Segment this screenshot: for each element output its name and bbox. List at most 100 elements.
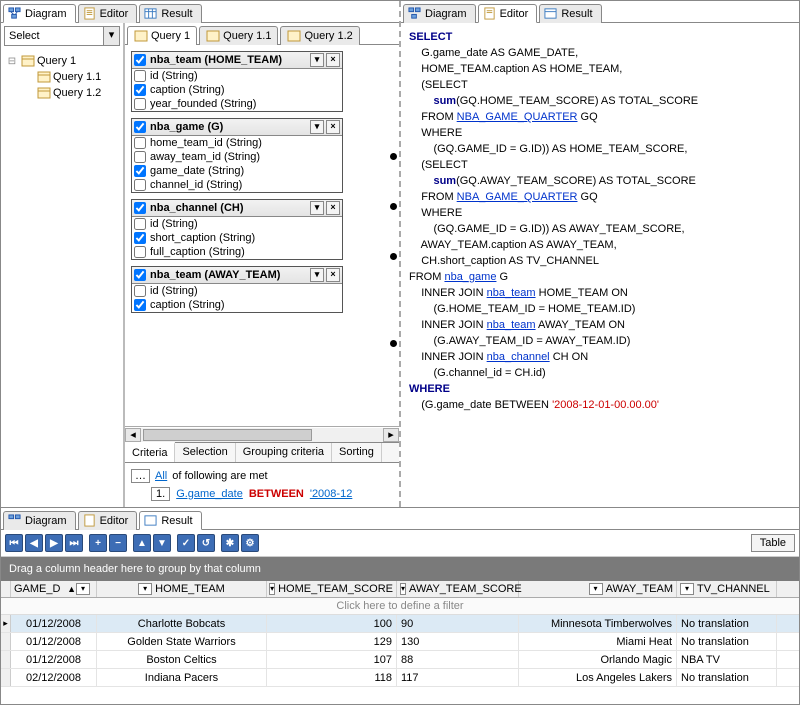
entity-field[interactable]: short_caption (String) bbox=[132, 231, 342, 245]
filter-icon[interactable]: ▾ bbox=[400, 583, 406, 595]
entity-field[interactable]: home_team_id (String) bbox=[132, 136, 342, 150]
entity-field[interactable]: channel_id (String) bbox=[132, 178, 342, 192]
field-check[interactable] bbox=[134, 84, 146, 96]
settings-button[interactable]: ⚙ bbox=[241, 534, 259, 552]
field-check[interactable] bbox=[134, 179, 146, 191]
ctab-selection[interactable]: Selection bbox=[175, 443, 235, 462]
cell-home-team[interactable]: Indiana Pacers bbox=[97, 669, 267, 686]
cell-date[interactable]: 01/12/2008 bbox=[11, 651, 97, 668]
table-row[interactable]: ▸01/12/2008Charlotte Bobcats10090Minneso… bbox=[1, 615, 799, 633]
cell-tv[interactable]: No translation bbox=[677, 633, 777, 650]
move-down-button[interactable]: ▼ bbox=[153, 534, 171, 552]
chevron-down-icon[interactable]: ▾ bbox=[310, 120, 324, 134]
col-home-score[interactable]: ▾HOME_TEAM_SCORE bbox=[267, 581, 397, 597]
tree-child-1[interactable]: Query 1.1 bbox=[37, 69, 119, 85]
tab-editor[interactable]: Editor bbox=[78, 4, 138, 23]
col-tv-channel[interactable]: ▾TV_CHANNEL bbox=[677, 581, 777, 597]
diagram-canvas[interactable]: nba_team (HOME_TEAM)▾× id (String) capti… bbox=[125, 45, 399, 426]
col-away-score[interactable]: ▾AWAY_TEAM_SCORE bbox=[397, 581, 519, 597]
field-check[interactable] bbox=[134, 98, 146, 110]
ctab-sorting[interactable]: Sorting bbox=[332, 443, 382, 462]
sql-editor[interactable]: SELECT G.game_date AS GAME_DATE, HOME_TE… bbox=[401, 23, 799, 507]
close-icon[interactable]: × bbox=[326, 53, 340, 67]
first-record-button[interactable]: ⏮ bbox=[5, 534, 23, 552]
field-check[interactable] bbox=[134, 285, 146, 297]
scroll-track[interactable] bbox=[141, 428, 383, 442]
entity-check[interactable] bbox=[134, 202, 146, 214]
field-check[interactable] bbox=[134, 165, 146, 177]
col-away-team[interactable]: ▾AWAY_TEAM bbox=[519, 581, 677, 597]
entity-header[interactable]: nba_team (HOME_TEAM)▾× bbox=[132, 52, 342, 69]
criteria-row-1[interactable]: 1.G.game_dateBETWEEN'2008-12 bbox=[151, 487, 393, 501]
cell-away-team[interactable]: Minnesota Timberwolves bbox=[519, 615, 677, 632]
table-row[interactable]: 02/12/2008Indiana Pacers118117Los Angele… bbox=[1, 669, 799, 687]
cell-away-team[interactable]: Miami Heat bbox=[519, 633, 677, 650]
cell-home-team[interactable]: Golden State Warriors bbox=[97, 633, 267, 650]
scroll-thumb[interactable] bbox=[143, 429, 312, 441]
chevron-down-icon[interactable]: ▾ bbox=[310, 53, 324, 67]
entity-home-team[interactable]: nba_team (HOME_TEAM)▾× id (String) capti… bbox=[131, 51, 343, 112]
cell-tv[interactable]: NBA TV bbox=[677, 651, 777, 668]
entity-away-team[interactable]: nba_team (AWAY_TEAM)▾× id (String) capti… bbox=[131, 266, 343, 313]
chevron-down-icon[interactable]: ▾ bbox=[103, 27, 119, 45]
tab-diagram[interactable]: Diagram bbox=[3, 4, 76, 23]
cell-home-score[interactable]: 100 bbox=[267, 615, 397, 632]
entity-field[interactable]: full_caption (String) bbox=[132, 245, 342, 259]
filter-icon[interactable]: ▾ bbox=[680, 583, 694, 595]
scroll-right-icon[interactable]: ▸ bbox=[383, 428, 399, 442]
chevron-down-icon[interactable]: ▾ bbox=[310, 268, 324, 282]
entity-header[interactable]: nba_channel (CH)▾× bbox=[132, 200, 342, 217]
entity-header[interactable]: nba_game (G)▾× bbox=[132, 119, 342, 136]
entity-field[interactable]: year_founded (String) bbox=[132, 97, 342, 111]
field-check[interactable] bbox=[134, 246, 146, 258]
cell-home-team[interactable]: Boston Celtics bbox=[97, 651, 267, 668]
delete-record-button[interactable]: − bbox=[109, 534, 127, 552]
close-icon[interactable]: × bbox=[326, 120, 340, 134]
move-up-button[interactable]: ▲ bbox=[133, 534, 151, 552]
tree-root[interactable]: ⊟Query 1 bbox=[5, 53, 119, 69]
prev-record-button[interactable]: ◀ bbox=[25, 534, 43, 552]
btab-editor[interactable]: Editor bbox=[78, 511, 138, 530]
cell-tv[interactable]: No translation bbox=[677, 615, 777, 632]
cell-away-score[interactable]: 90 bbox=[397, 615, 519, 632]
qtab-12[interactable]: Query 1.2 bbox=[280, 26, 359, 45]
entity-check[interactable] bbox=[134, 121, 146, 133]
criteria-field[interactable]: G.game_date bbox=[176, 488, 243, 500]
cell-date[interactable]: 02/12/2008 bbox=[11, 669, 97, 686]
btab-diagram[interactable]: Diagram bbox=[3, 511, 76, 530]
ctab-grouping[interactable]: Grouping criteria bbox=[236, 443, 332, 462]
rollback-button[interactable]: ↺ bbox=[197, 534, 215, 552]
filter-icon[interactable]: ▾ bbox=[138, 583, 152, 595]
entity-game[interactable]: nba_game (G)▾× home_team_id (String) awa… bbox=[131, 118, 343, 193]
cell-home-score[interactable]: 107 bbox=[267, 651, 397, 668]
entity-field[interactable]: caption (String) bbox=[132, 83, 342, 97]
criteria-val[interactable]: '2008-12 bbox=[310, 488, 352, 500]
tab-result[interactable]: Result bbox=[139, 4, 201, 23]
refresh-button[interactable]: ✱ bbox=[221, 534, 239, 552]
field-check[interactable] bbox=[134, 232, 146, 244]
tree-collapse-icon[interactable]: ⊟ bbox=[5, 56, 19, 67]
cell-away-score[interactable]: 117 bbox=[397, 669, 519, 686]
btab-result[interactable]: Result bbox=[139, 511, 201, 530]
ctab-criteria[interactable]: Criteria bbox=[125, 442, 175, 462]
rtab-editor[interactable]: Editor bbox=[478, 4, 538, 23]
entity-field[interactable]: id (String) bbox=[132, 217, 342, 231]
cell-home-score[interactable]: 129 bbox=[267, 633, 397, 650]
table-row[interactable]: 01/12/2008Golden State Warriors129130Mia… bbox=[1, 633, 799, 651]
qtab-1[interactable]: Query 1 bbox=[127, 26, 197, 45]
cell-date[interactable]: 01/12/2008 bbox=[11, 633, 97, 650]
filter-icon[interactable]: ▾ bbox=[76, 583, 90, 595]
entity-header[interactable]: nba_team (AWAY_TEAM)▾× bbox=[132, 267, 342, 284]
field-check[interactable] bbox=[134, 218, 146, 230]
group-by-bar[interactable]: Drag a column header here to group by th… bbox=[1, 557, 799, 581]
field-check[interactable] bbox=[134, 299, 146, 311]
entity-channel[interactable]: nba_channel (CH)▾× id (String) short_cap… bbox=[131, 199, 343, 260]
filter-row[interactable]: Click here to define a filter bbox=[1, 598, 799, 615]
table-row[interactable]: 01/12/2008Boston Celtics10788Orlando Mag… bbox=[1, 651, 799, 669]
entity-check[interactable] bbox=[134, 269, 146, 281]
col-home-team[interactable]: ▾HOME_TEAM bbox=[97, 581, 267, 597]
rtab-diagram[interactable]: Diagram bbox=[403, 4, 476, 23]
entity-field[interactable]: caption (String) bbox=[132, 298, 342, 312]
entity-field[interactable]: away_team_id (String) bbox=[132, 150, 342, 164]
ellipsis-icon[interactable]: … bbox=[131, 469, 150, 483]
